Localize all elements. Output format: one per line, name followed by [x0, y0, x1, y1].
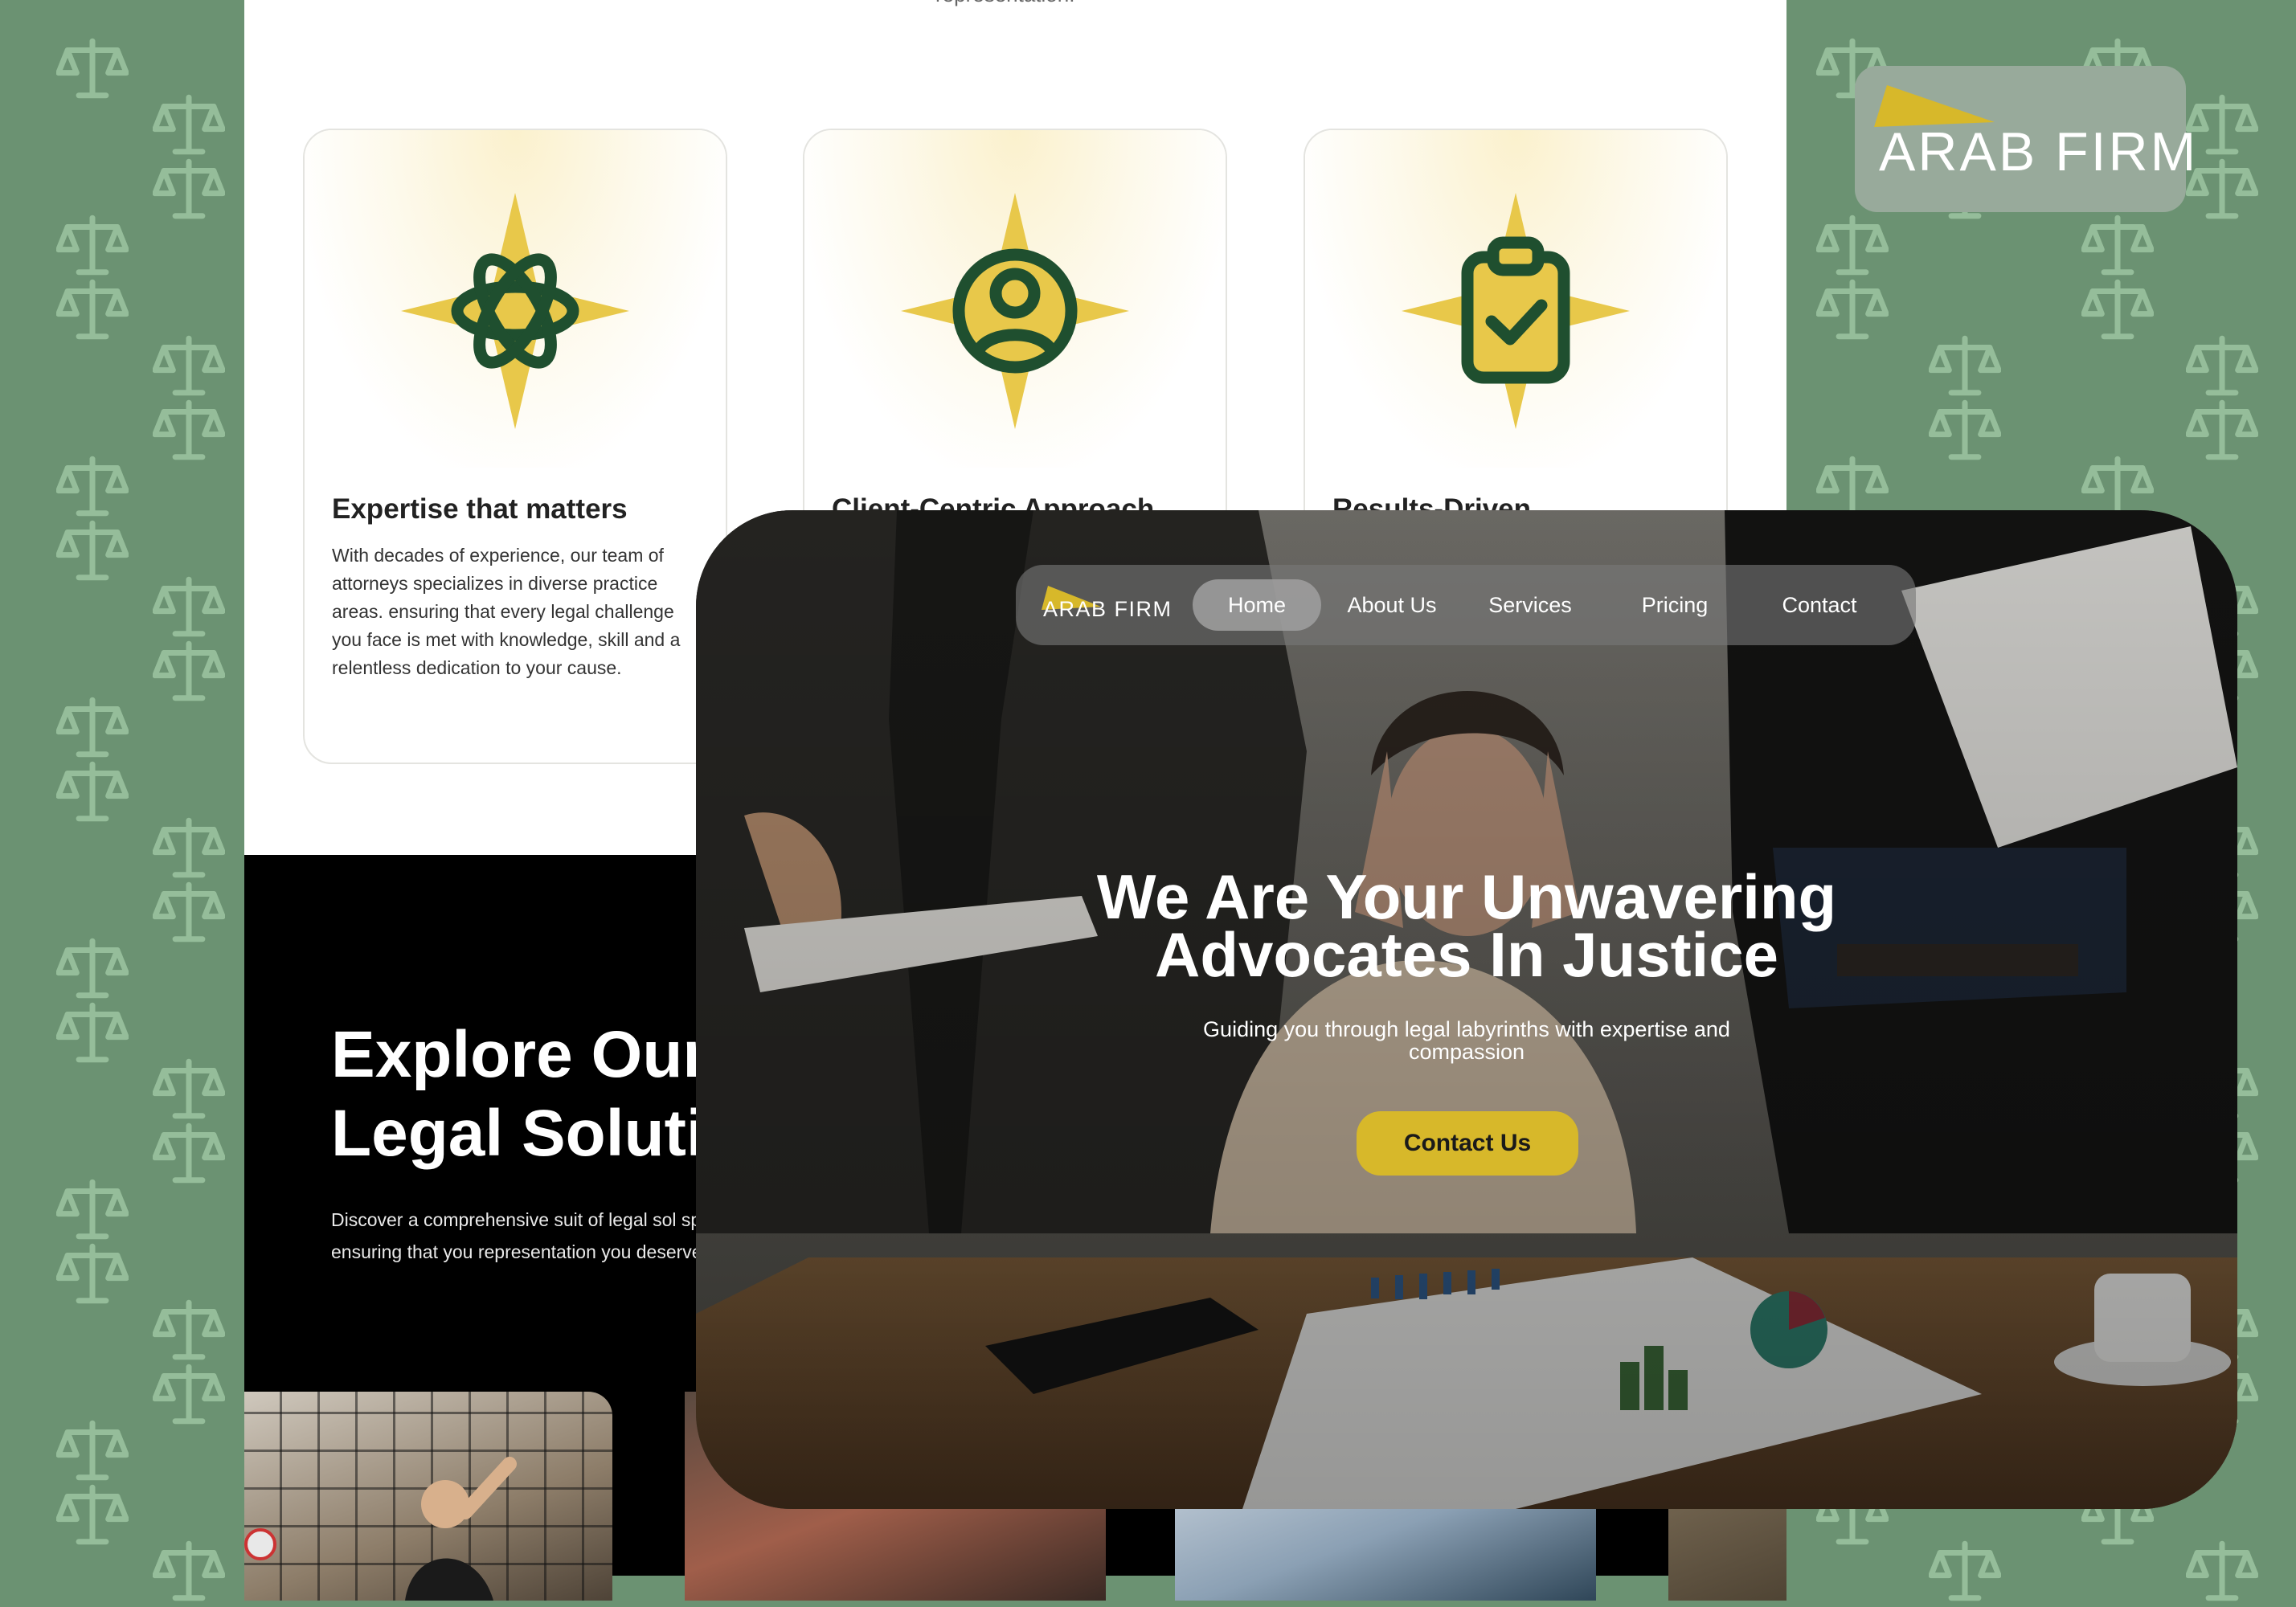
clipboard-check-icon: [1402, 193, 1630, 429]
scale-icon: [56, 932, 129, 1004]
service-photo-volleyball[interactable]: [244, 1392, 612, 1601]
scale-icon: [56, 1237, 129, 1310]
scale-icon: [56, 996, 129, 1069]
scale-icon: [2081, 209, 2154, 281]
scale-icon: [153, 1117, 225, 1189]
hero-subtitle: Guiding you through legal labyrinths wit…: [1203, 1017, 1730, 1064]
scale-icon: [153, 394, 225, 466]
card-text: With decades of experience, our team of …: [332, 545, 681, 678]
atom-icon: [401, 193, 629, 429]
scale-icon: [1816, 209, 1889, 281]
scale-icon: [56, 273, 129, 346]
feature-card-expertise: Expertise that matters With decades of e…: [303, 129, 727, 764]
scale-icon: [56, 1478, 129, 1551]
scale-icon: [2186, 394, 2258, 466]
scale-icon: [56, 691, 129, 763]
hero-section: ARAB FIRM Home About Us Services Pricing…: [696, 510, 2237, 1509]
hero-background-photo: [696, 510, 2237, 1509]
scale-icon: [153, 1053, 225, 1125]
scale-icon: [2081, 273, 2154, 346]
nav-item-contact[interactable]: Contact: [1763, 579, 1876, 631]
scale-icon: [153, 635, 225, 707]
scale-icon: [153, 1358, 225, 1430]
scale-icon: [56, 450, 129, 522]
scale-icon: [56, 755, 129, 828]
scale-icon: [2186, 1535, 2258, 1607]
scale-icon: [1816, 273, 1889, 346]
scale-icon: [1929, 394, 2001, 466]
nav-item-services[interactable]: Services: [1474, 579, 1586, 631]
contact-us-button[interactable]: Contact Us: [1357, 1111, 1578, 1176]
scale-icon: [153, 329, 225, 402]
scale-icon: [153, 1294, 225, 1366]
brand-name: ARAB FIRM: [1879, 121, 2199, 182]
user-circle-icon: [901, 193, 1129, 429]
main-navbar: ARAB FIRM Home About Us Services Pricing…: [1016, 565, 1916, 645]
scale-icon: [153, 1535, 225, 1607]
scale-icon: [153, 570, 225, 643]
scale-icon: [56, 1414, 129, 1486]
scale-icon: [153, 88, 225, 161]
scale-icon: [153, 876, 225, 948]
scale-icon: [56, 1173, 129, 1245]
nav-item-home[interactable]: Home: [1193, 579, 1321, 631]
scale-icon: [153, 153, 225, 225]
card-title: Expertise that matters: [332, 493, 628, 525]
brand-logo: ARAB FIRM: [1855, 66, 2196, 212]
scale-icon: [56, 209, 129, 281]
scale-icon: [153, 812, 225, 884]
hero-title: We Are Your Unwavering Advocates In Just…: [1096, 861, 1837, 990]
scale-icon: [1929, 1535, 2001, 1607]
scale-icon: [1929, 329, 2001, 402]
scale-icon: [56, 514, 129, 587]
scale-icon: [2186, 329, 2258, 402]
explore-heading: Explore Our Legal Soluti: [331, 1018, 709, 1170]
nav-logo[interactable]: ARAB FIRM: [1043, 597, 1173, 622]
nav-item-about[interactable]: About Us: [1336, 579, 1448, 631]
nav-item-pricing[interactable]: Pricing: [1619, 579, 1731, 631]
cut-off-paragraph: representation.: [935, 0, 1074, 7]
scale-icon: [56, 32, 129, 104]
